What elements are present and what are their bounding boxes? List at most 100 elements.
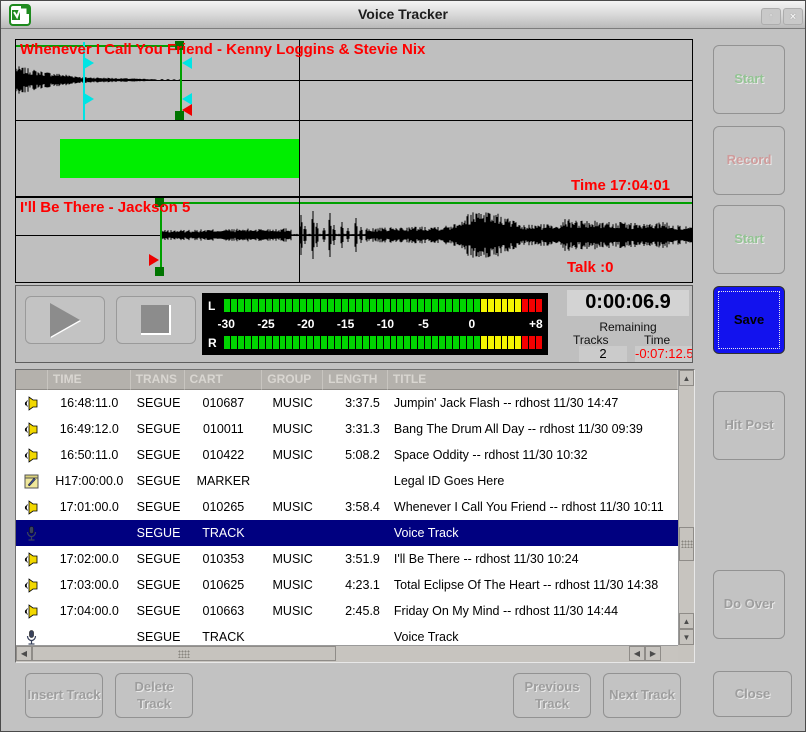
cell-trans: SEGUE: [131, 598, 185, 624]
horizontal-scroll-thumb[interactable]: [32, 646, 336, 661]
remaining-label: Remaining: [567, 320, 689, 334]
cell-cart: 010625: [185, 572, 263, 598]
cell-trans: SEGUE: [131, 572, 185, 598]
cell-title: Voice Track: [388, 520, 678, 546]
insert-track-button[interactable]: Insert Track: [25, 673, 103, 718]
shade-icon[interactable]: ↑: [761, 8, 781, 25]
cell-title: Legal ID Goes Here: [388, 468, 678, 494]
cell-cart: 010353: [185, 546, 263, 572]
table-row[interactable]: 17:04:00.0SEGUE010663MUSIC2:45.8Friday O…: [16, 598, 678, 624]
do-over-button[interactable]: Do Over: [713, 570, 785, 639]
hit-post-button[interactable]: Hit Post: [713, 391, 785, 460]
vu-meter-scale: -30-25-20-15-10-50+8: [202, 317, 548, 331]
play-button[interactable]: [25, 296, 105, 344]
waveform-editor: Whenever I Call You Friend - Kenny Loggi…: [15, 39, 693, 283]
title-bar[interactable]: Voice Tracker ↑ ×: [1, 1, 805, 29]
segue-cue-handle-icon[interactable]: [182, 57, 192, 69]
start-play-button[interactable]: Start: [713, 205, 785, 274]
column-header-LENGTH[interactable]: LENGTH: [323, 370, 388, 390]
cue-marker-handle-icon[interactable]: [84, 93, 94, 105]
talk-label: Talk :0: [567, 259, 613, 276]
column-header-icon[interactable]: [16, 370, 48, 390]
cell-cart: 010663: [185, 598, 263, 624]
time-label: Time 17:04:01: [571, 177, 670, 194]
close-icon[interactable]: ×: [783, 8, 803, 25]
cell-title: Space Oddity -- rdhost 11/30 10:32: [388, 442, 678, 468]
scroll-up-icon[interactable]: ▲: [679, 613, 694, 629]
close-button[interactable]: Close: [713, 671, 792, 717]
voice-track-pane[interactable]: Time 17:04:01: [16, 121, 692, 198]
scroll-left-icon[interactable]: ◀: [629, 646, 645, 661]
voice-track-region[interactable]: [60, 139, 299, 178]
cell-title: Voice Track: [388, 624, 678, 645]
cell-group: [262, 468, 323, 494]
cell-group: MUSIC: [262, 442, 323, 468]
table-row[interactable]: SEGUETRACKVoice Track: [16, 520, 678, 546]
track2-title: I'll Be There - Jackson 5: [20, 199, 190, 216]
cell-cart: 010265: [185, 494, 263, 520]
cell-time: [48, 624, 131, 645]
cell-trans: SEGUE: [131, 624, 185, 645]
table-row[interactable]: H17:00:00.0SEGUEMARKERLegal ID Goes Here: [16, 468, 678, 494]
cell-group: [262, 520, 323, 546]
cell-time: 16:48:11.0: [48, 390, 131, 416]
column-header-TITLE[interactable]: TITLE: [388, 370, 678, 390]
cell-trans: SEGUE: [131, 546, 185, 572]
table-row[interactable]: 17:03:00.0SEGUE010625MUSIC4:23.1Total Ec…: [16, 572, 678, 598]
cell-cart: MARKER: [185, 468, 263, 494]
column-header-GROUP[interactable]: GROUP: [262, 370, 323, 390]
column-header-CART[interactable]: CART: [185, 370, 263, 390]
column-header-TIME[interactable]: TIME: [48, 370, 131, 390]
cell-group: MUSIC: [262, 416, 323, 442]
table-row[interactable]: 16:48:11.0SEGUE010687MUSIC3:37.5Jumpin' …: [16, 390, 678, 416]
cell-title: Jumpin' Jack Flash -- rdhost 11/30 14:47: [388, 390, 678, 416]
track2-start-handle-icon[interactable]: [155, 267, 164, 276]
cell-trans: SEGUE: [131, 468, 185, 494]
cell-title: I'll Be There -- rdhost 11/30 10:24: [388, 546, 678, 572]
next-track-button[interactable]: Next Track: [603, 673, 681, 718]
table-rows: 16:48:11.0SEGUE010687MUSIC3:37.5Jumpin' …: [16, 390, 678, 645]
meter-scale-tick: -30: [218, 317, 235, 331]
stop-button[interactable]: [116, 296, 196, 344]
start-point-handle-icon[interactable]: [182, 104, 192, 116]
table-row[interactable]: 16:49:12.0SEGUE010011MUSIC3:31.3Bang The…: [16, 416, 678, 442]
scroll-right-icon[interactable]: ▶: [645, 646, 661, 661]
table-row[interactable]: 17:02:00.0SEGUE010353MUSIC3:51.9I'll Be …: [16, 546, 678, 572]
table-row[interactable]: SEGUETRACKVoice Track: [16, 624, 678, 645]
scrollbar-corner: [678, 645, 694, 662]
column-header-TRANS[interactable]: TRANS: [131, 370, 185, 390]
save-button[interactable]: Save: [713, 286, 785, 354]
cell-length: [323, 624, 388, 645]
cell-cart: 010422: [185, 442, 263, 468]
level-line: [160, 202, 692, 204]
scroll-left-icon[interactable]: ◀: [16, 646, 32, 661]
cell-trans: SEGUE: [131, 494, 185, 520]
scroll-up-icon[interactable]: ▲: [679, 370, 694, 386]
track2-waveform-pane[interactable]: I'll Be There - Jackson 5 Talk :0: [16, 198, 692, 280]
record-button[interactable]: Record: [713, 126, 785, 195]
previous-track-button[interactable]: Previous Track: [513, 673, 591, 718]
scroll-down-icon[interactable]: ▼: [679, 629, 694, 645]
cue-marker-handle-icon[interactable]: [84, 57, 94, 69]
table-row[interactable]: 16:50:11.0SEGUE010422MUSIC5:08.2Space Od…: [16, 442, 678, 468]
track2-play-handle-icon[interactable]: [149, 254, 159, 266]
cell-cart: 010687: [185, 390, 263, 416]
track1-waveform-pane[interactable]: Whenever I Call You Friend - Kenny Loggi…: [16, 40, 692, 121]
vertical-scroll-thumb[interactable]: [679, 527, 694, 561]
cell-group: MUSIC: [262, 572, 323, 598]
delete-track-button[interactable]: Delete Track: [115, 673, 193, 718]
window-title: Voice Tracker: [1, 6, 805, 22]
cell-group: MUSIC: [262, 546, 323, 572]
speaker-icon: [16, 390, 48, 416]
remaining-tracks-label: Tracks: [573, 333, 609, 347]
cell-length: 3:51.9: [323, 546, 388, 572]
meter-scale-tick: -10: [377, 317, 394, 331]
cell-title: Bang The Drum All Day -- rdhost 11/30 09…: [388, 416, 678, 442]
table-row[interactable]: 17:01:00.0SEGUE010265MUSIC3:58.4Whenever…: [16, 494, 678, 520]
horizontal-scrollbar[interactable]: ◀ ◀ ▶: [16, 645, 678, 662]
cell-time: 17:03:00.0: [48, 572, 131, 598]
cell-group: MUSIC: [262, 598, 323, 624]
start-record-button[interactable]: Start: [713, 45, 785, 114]
vertical-scrollbar[interactable]: ▲ ▲ ▼: [678, 370, 694, 645]
meter-scale-tick: +8: [529, 317, 543, 331]
